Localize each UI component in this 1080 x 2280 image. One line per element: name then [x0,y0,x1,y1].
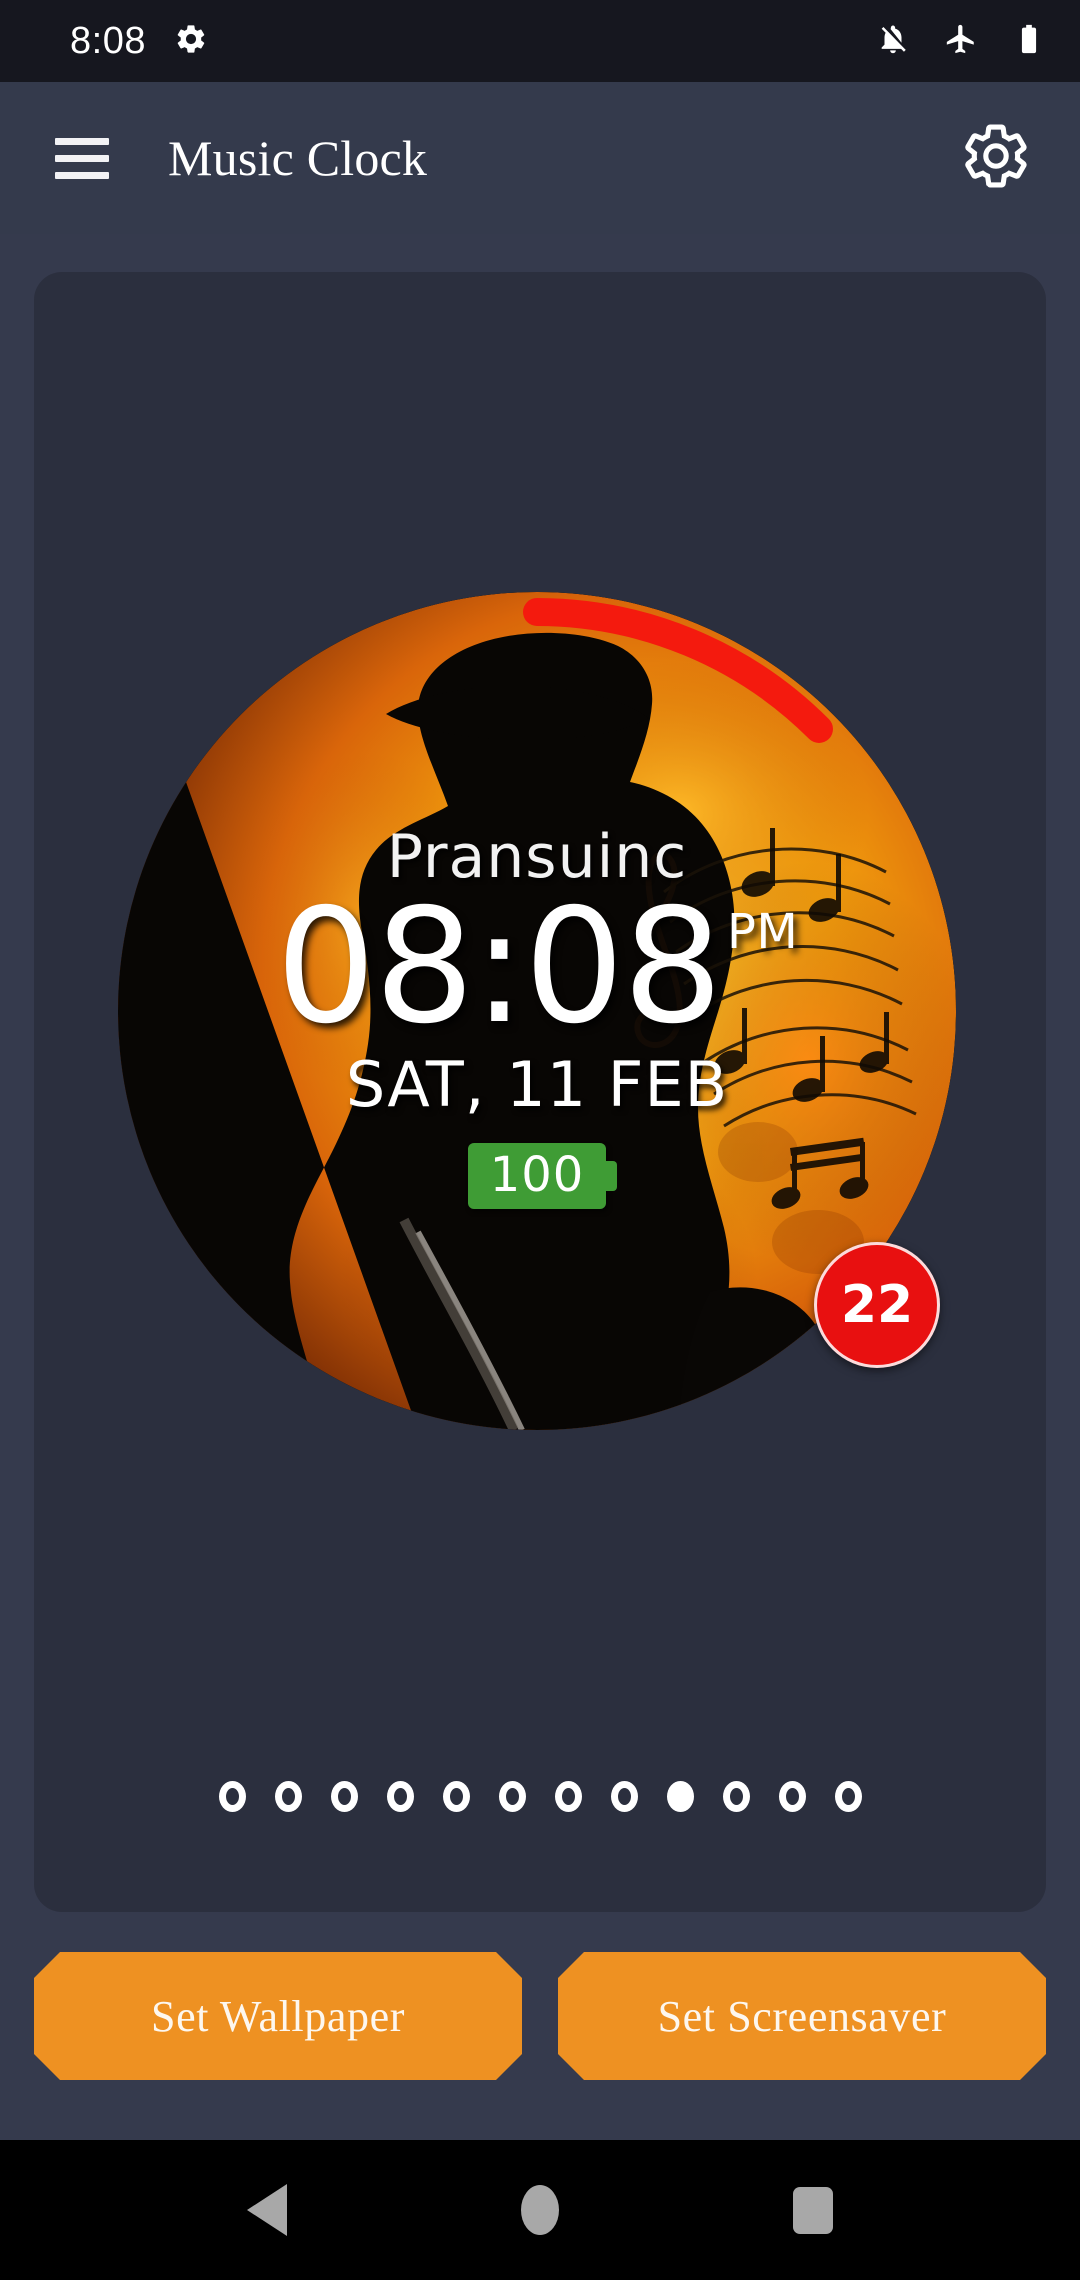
status-bar: 8:08 [0,0,1080,82]
nav-recents-button[interactable] [753,2150,873,2270]
status-bar-right [876,22,1046,61]
app-screen: 8:08 Music Clock Pransuinc 08:08 PM SAT,… [0,0,1080,2280]
page-title: Music Clock [168,130,428,186]
set-wallpaper-label: Set Wallpaper [151,1991,405,2041]
page-dot[interactable] [610,1780,638,1812]
status-bar-clock: 8:08 [70,19,146,62]
set-wallpaper-button[interactable]: Set Wallpaper [34,1952,522,2080]
gear-icon [960,120,1032,197]
app-bar: Music Clock [0,82,1080,234]
airplane-mode-icon [944,22,978,61]
page-dot[interactable] [554,1780,582,1812]
hamburger-bar [55,137,109,145]
hamburger-bar [55,154,109,162]
page-dot[interactable] [442,1780,470,1812]
battery-level-text: 100 [489,1146,585,1203]
temperature-badge: 22 [814,1242,940,1368]
recents-square-icon [793,2186,834,2234]
notifications-off-icon [876,22,910,61]
settings-button[interactable] [954,116,1038,200]
status-bar-left: 8:08 [70,20,208,63]
page-dot[interactable] [778,1780,806,1812]
android-navigation-bar [0,2140,1080,2280]
action-button-row: Set Wallpaper Set Screensaver [34,1952,1046,2080]
battery-full-icon [1012,22,1046,61]
set-screensaver-label: Set Screensaver [657,1991,947,2041]
home-circle-icon [520,2185,559,2235]
nav-back-button[interactable] [207,2150,327,2270]
page-dot[interactable] [722,1780,750,1812]
page-indicator [34,1760,1046,1832]
page-dot[interactable] [274,1780,302,1812]
page-dot[interactable] [218,1780,246,1812]
time-row: 08:08 PM [276,888,799,1046]
clock-time: 08:08 [275,874,723,1059]
hamburger-bar [55,171,109,179]
page-dot[interactable] [498,1780,526,1812]
gear-icon [174,22,208,61]
nav-home-button[interactable] [480,2150,600,2270]
clock-widget[interactable]: Pransuinc 08:08 PM SAT, 11 FEB 100 22 [118,592,956,1430]
clock-date: SAT, 11 FEB [345,1047,729,1121]
page-dot[interactable] [330,1780,358,1812]
back-triangle-icon [246,2184,287,2236]
page-dot[interactable] [386,1780,414,1812]
temperature-value: 22 [840,1275,914,1335]
page-dot[interactable] [834,1780,862,1812]
hamburger-menu-icon[interactable] [36,112,128,204]
battery-badge: 100 [467,1142,607,1209]
set-screensaver-button[interactable]: Set Screensaver [558,1952,1046,2080]
page-dot-active[interactable] [666,1780,694,1812]
clock-meridiem: PM [726,903,799,960]
